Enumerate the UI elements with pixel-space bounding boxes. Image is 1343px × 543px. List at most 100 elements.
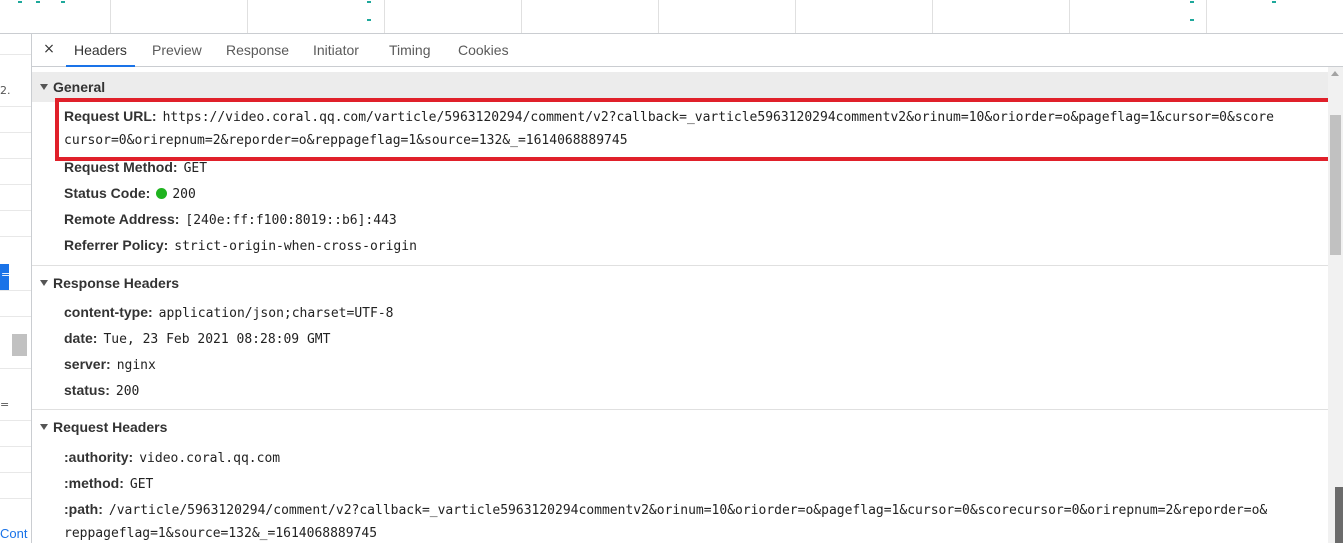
header-value-continued: reppageflag=1&source=132&_=1614068889745	[64, 526, 378, 541]
timeline-divider	[658, 0, 659, 33]
timeline-divider	[384, 0, 385, 33]
header-name: date:	[64, 330, 98, 346]
timeline-request-mark	[367, 19, 371, 21]
tab-headers[interactable]: Headers	[66, 34, 135, 67]
header-row: content-type: application/json;charset=UT…	[64, 303, 393, 323]
status-ok-icon	[156, 188, 168, 199]
referrer-policy-label: Referrer Policy:	[64, 237, 169, 253]
collapse-triangle-icon	[40, 424, 48, 430]
section-divider	[32, 265, 1328, 266]
header-value: 200	[115, 384, 140, 399]
request-list-fragment: =	[0, 398, 10, 411]
header-value: video.coral.qq.com	[139, 451, 281, 466]
request-row-divider	[0, 158, 31, 159]
timeline-request-mark	[1190, 19, 1194, 21]
header-value: application/json;charset=UTF-8	[158, 306, 394, 321]
timeline-request-mark	[1190, 1, 1194, 3]
request-row-divider	[0, 132, 31, 133]
close-icon[interactable]: ×	[41, 41, 57, 57]
timeline-divider	[521, 0, 522, 33]
request-method-row: Request Method: GET	[64, 158, 207, 178]
header-row: :authority: video.coral.qq.com	[64, 448, 280, 468]
timeline-divider	[795, 0, 796, 33]
collapse-triangle-icon	[40, 280, 48, 286]
request-list-fragment: 2.	[0, 84, 11, 97]
header-name: content-type:	[64, 304, 153, 320]
request-row-divider	[0, 316, 31, 317]
header-row: :method: GET	[64, 474, 153, 494]
header-row: date: Tue, 23 Feb 2021 08:28:09 GMT	[64, 329, 330, 349]
scrollbar-edge	[1335, 487, 1343, 543]
headers-content: General Request URL: https://video.coral.…	[32, 67, 1328, 543]
remote-address-row: Remote Address: [240e:ff:f100:8019::b6]:4…	[64, 210, 397, 230]
vertical-scrollbar[interactable]	[1328, 67, 1343, 543]
collapse-triangle-icon	[40, 84, 48, 90]
request-list-panel[interactable]: 2. = = Cont	[0, 34, 32, 543]
network-timeline-strip[interactable]	[0, 0, 1343, 34]
scrollbar-thumb[interactable]	[1330, 115, 1341, 255]
timeline-request-mark	[367, 1, 371, 3]
section-title: General	[53, 79, 106, 95]
timeline-divider	[1206, 0, 1207, 33]
header-value: /varticle/5963120294/comment/v2?callback…	[108, 503, 1268, 518]
request-row-divider	[0, 290, 31, 291]
timeline-request-mark	[36, 1, 40, 3]
tab-preview[interactable]: Preview	[152, 34, 202, 66]
referrer-policy-value: strict-origin-when-cross-origin	[174, 239, 417, 254]
request-list-scrollbar-thumb[interactable]	[12, 334, 27, 356]
remote-address-label: Remote Address:	[64, 211, 180, 227]
header-value: Tue, 23 Feb 2021 08:28:09 GMT	[103, 332, 331, 347]
request-row-divider	[0, 498, 31, 499]
request-row-divider	[0, 106, 31, 107]
timeline-request-mark	[61, 1, 65, 3]
response-headers-section-header[interactable]: Response Headers	[32, 268, 1328, 298]
header-row: server: nginx	[64, 355, 156, 375]
header-value: GET	[129, 477, 154, 492]
status-code-label: Status Code:	[64, 185, 151, 201]
timeline-request-mark	[18, 1, 22, 3]
timeline-request-mark	[1272, 1, 1276, 3]
header-name: :method:	[64, 475, 124, 491]
request-row-divider	[0, 54, 31, 55]
request-row-divider	[0, 368, 31, 369]
status-code-row: Status Code: 200	[64, 184, 196, 204]
timeline-divider	[932, 0, 933, 33]
section-title: Response Headers	[53, 275, 180, 291]
header-value: nginx	[116, 358, 156, 373]
tab-initiator[interactable]: Initiator	[313, 34, 359, 66]
request-row-divider	[0, 184, 31, 185]
remote-address-value: [240e:ff:f100:8019::b6]:443	[185, 213, 397, 228]
timeline-divider	[110, 0, 111, 33]
timeline-divider	[1069, 0, 1070, 33]
request-list-link[interactable]: Cont	[0, 526, 27, 541]
general-section-header[interactable]: General	[32, 72, 1328, 102]
header-name: :path:	[64, 501, 103, 517]
tab-cookies[interactable]: Cookies	[458, 34, 509, 66]
request-url-value-continued: cursor=0&orirepnum=2&reporder=o&reppagef…	[64, 133, 628, 148]
detail-tab-bar: × Headers Preview Response Initiator Tim…	[32, 34, 1343, 67]
tab-timing[interactable]: Timing	[389, 34, 431, 66]
timeline-divider	[247, 0, 248, 33]
request-row-divider	[0, 236, 31, 237]
request-row-divider	[0, 210, 31, 211]
request-headers-section-header[interactable]: Request Headers	[32, 412, 1328, 442]
header-row: :path: /varticle/5963120294/comment/v2?ca…	[64, 500, 1267, 520]
request-url-label: Request URL:	[64, 108, 157, 124]
request-row-divider	[0, 446, 31, 447]
section-divider	[32, 409, 1328, 410]
request-method-value: GET	[183, 161, 208, 176]
request-row-divider	[0, 420, 31, 421]
tab-response[interactable]: Response	[226, 34, 289, 66]
header-name: status:	[64, 382, 110, 398]
header-name: :authority:	[64, 449, 134, 465]
scroll-up-arrow-icon[interactable]	[1331, 71, 1339, 76]
request-row-divider	[0, 472, 31, 473]
section-title: Request Headers	[53, 419, 168, 435]
request-list-fragment: =	[1, 268, 11, 281]
status-code-value: 200	[172, 187, 196, 202]
header-row: status: 200	[64, 381, 139, 401]
request-url-row: Request URL: https://video.coral.qq.com/v…	[64, 107, 1274, 127]
header-name: server:	[64, 356, 111, 372]
request-method-label: Request Method:	[64, 159, 178, 175]
referrer-policy-row: Referrer Policy: strict-origin-when-cross…	[64, 236, 417, 256]
